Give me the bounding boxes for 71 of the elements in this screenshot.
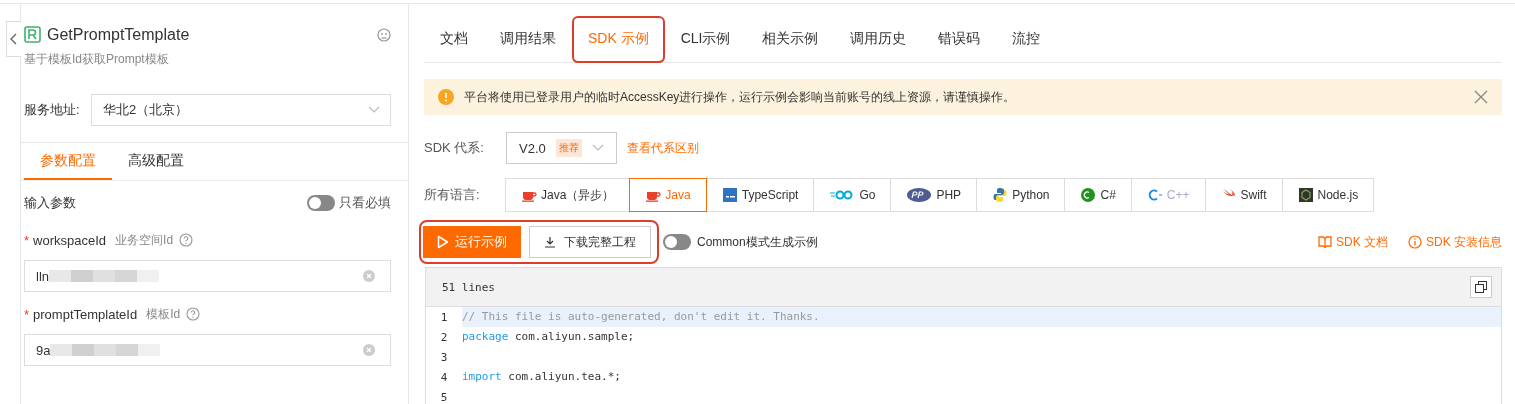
section-title: 输入参数	[24, 194, 76, 212]
collapse-button[interactable]	[6, 21, 21, 57]
close-icon	[1474, 90, 1488, 104]
info-icon	[1408, 235, 1422, 249]
book-icon	[1317, 235, 1332, 249]
param-name: workspaceId	[33, 232, 107, 248]
language-tab[interactable]: Node.js	[1281, 178, 1375, 212]
chevron-left-icon	[10, 33, 18, 45]
help-icon	[179, 233, 194, 247]
region-label: 服务地址:	[24, 101, 81, 119]
toggle-label: 只看必填	[339, 194, 391, 212]
language-tab[interactable]: Python	[976, 178, 1066, 212]
param-description: 业务空间Id	[115, 231, 174, 249]
toggle-switch[interactable]	[663, 234, 691, 250]
line-number: 4	[439, 370, 449, 384]
input-field[interactable]: 9a	[24, 334, 391, 366]
tab[interactable]: 错误码	[922, 16, 997, 63]
tab[interactable]: 调用历史	[834, 16, 923, 63]
language-tab[interactable]: Java（异步）	[505, 178, 631, 212]
line-number: 5	[439, 390, 449, 404]
warning-icon	[438, 89, 454, 105]
region-select[interactable]: 华北2（北京）	[91, 94, 391, 126]
toggle-label: Common模式生成示例	[697, 233, 818, 251]
snake-icon	[992, 187, 1009, 203]
tab[interactable]: 相关示例	[746, 16, 835, 63]
tab[interactable]: 文档	[424, 16, 484, 63]
php-icon	[906, 187, 933, 203]
line-number: 3	[439, 350, 449, 364]
download-button[interactable]: 下载完整工程	[529, 226, 651, 258]
toggle-switch[interactable]	[307, 195, 335, 211]
api-title: GetPromptTemplate	[47, 26, 190, 44]
tab[interactable]: 流控	[996, 16, 1057, 63]
notice-text: 平台将使用已登录用户的临时AccessKey进行操作，运行示例会影响当前账号的线上资源，请谨慎操作。	[464, 88, 1016, 106]
csharp-icon	[1080, 187, 1097, 203]
help-icon	[186, 307, 201, 321]
cpp-icon	[1146, 187, 1163, 203]
face-icon	[377, 28, 391, 42]
required-mark: *	[24, 232, 30, 248]
tab[interactable]: CLI示例	[664, 16, 747, 63]
sdk-generation-select[interactable]: V2.0 推荐	[506, 132, 617, 164]
recommended-badge: 推荐	[555, 139, 582, 157]
chevron-down-icon	[591, 144, 604, 152]
param-name: promptTemplateId	[33, 306, 138, 322]
input-field[interactable]: lln	[24, 260, 391, 292]
language-tab[interactable]: Swift	[1204, 178, 1283, 212]
languages-label: 所有语言:	[424, 186, 481, 204]
ts-icon	[721, 187, 738, 203]
line-count: 51 lines	[442, 280, 495, 294]
code-line: import com.aliyun.tea.*;	[462, 369, 622, 385]
copy-button[interactable]	[1470, 276, 1492, 298]
api-description: 基于模板Id获取Prompt模板	[24, 51, 170, 68]
clear-icon	[363, 344, 375, 356]
config-tab[interactable]: 高级配置	[112, 143, 200, 180]
required-mark: *	[24, 306, 30, 322]
language-tab[interactable]: TypeScript	[705, 178, 815, 212]
close-button[interactable]	[1474, 90, 1488, 104]
download-icon	[544, 236, 556, 248]
sdk-generation-label: SDK 代系:	[424, 139, 485, 157]
clear-icon	[363, 270, 375, 282]
language-tab[interactable]: PHP	[890, 178, 978, 212]
tab[interactable]: 调用结果	[484, 16, 572, 63]
param-description: 模板Id	[146, 305, 181, 323]
chevron-down-icon	[368, 106, 380, 114]
language-tab[interactable]: C#	[1064, 178, 1132, 212]
line-number: 2	[439, 330, 449, 344]
language-tab[interactable]: Go	[813, 178, 892, 212]
play-icon	[437, 235, 449, 249]
code-line: package com.aliyun.sample;	[462, 329, 636, 345]
copy-icon	[1475, 281, 1487, 293]
api-icon	[24, 26, 42, 44]
line-number: 1	[439, 310, 449, 324]
